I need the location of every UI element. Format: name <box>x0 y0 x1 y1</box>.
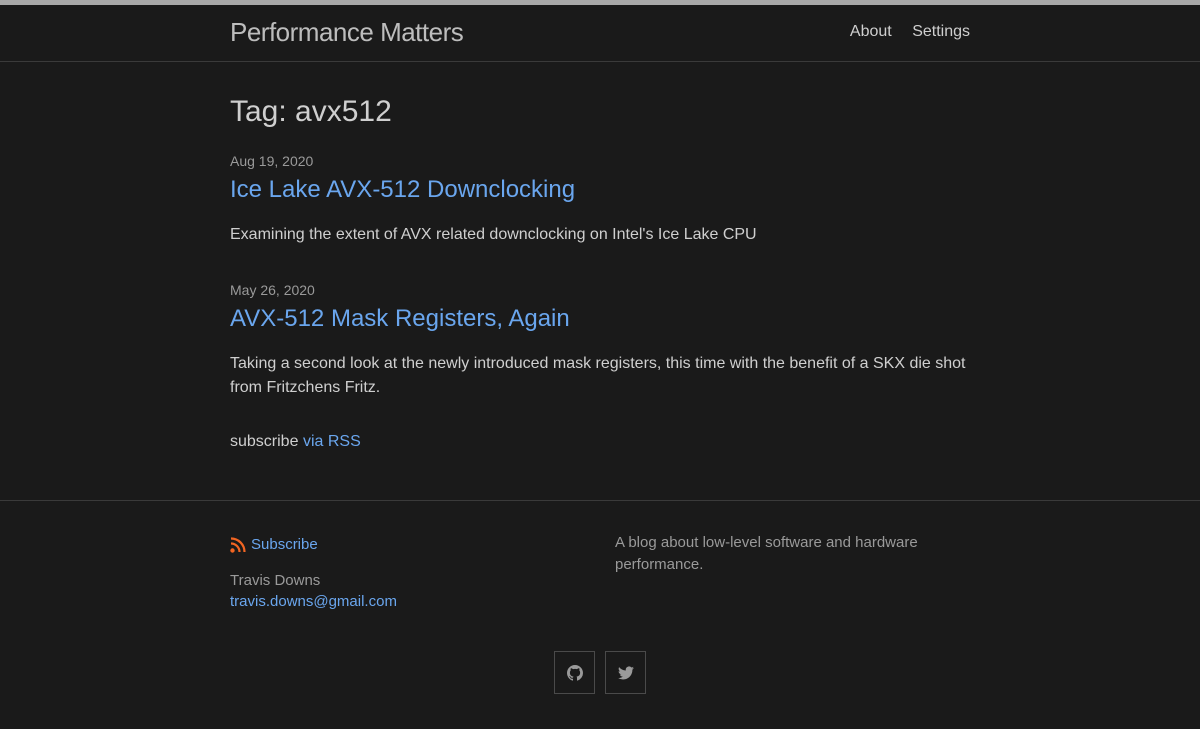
site-title-link[interactable]: Performance Matters <box>230 17 464 48</box>
social-links <box>230 651 970 694</box>
nav-settings-link[interactable]: Settings <box>912 23 970 40</box>
site-description: A blog about low-level software and hard… <box>615 534 918 573</box>
twitter-button[interactable] <box>605 651 646 694</box>
nav-about-link[interactable]: About <box>850 23 892 40</box>
footer-contact: Subscribe Travis Downs travis.downs@gmai… <box>230 536 397 610</box>
site-footer: Subscribe Travis Downs travis.downs@gmai… <box>0 500 1200 729</box>
post-list-item: May 26, 2020 AVX-512 Mask Registers, Aga… <box>230 282 970 400</box>
github-icon <box>566 664 583 681</box>
subscribe-prefix: subscribe <box>230 433 299 450</box>
footer-subscribe-label: Subscribe <box>251 536 318 553</box>
footer-subscribe-link[interactable]: Subscribe <box>230 536 397 553</box>
post-date: Aug 19, 2020 <box>230 153 314 169</box>
page-title: Tag: avx512 <box>230 95 392 128</box>
rss-link[interactable]: via RSS <box>303 433 361 450</box>
subscribe-line: subscribe via RSS <box>230 433 361 451</box>
post-date: May 26, 2020 <box>230 282 315 298</box>
site-header: Performance Matters About Settings <box>0 5 1200 62</box>
post-excerpt: Examining the extent of AVX related down… <box>230 226 757 243</box>
site-nav: About Settings <box>834 23 970 41</box>
twitter-icon <box>617 666 634 679</box>
post-title-link[interactable]: Ice Lake AVX-512 Downclocking <box>230 176 970 204</box>
post-title-link[interactable]: AVX-512 Mask Registers, Again <box>230 305 970 333</box>
rss-icon <box>230 536 246 553</box>
post-list-item: Aug 19, 2020 Ice Lake AVX-512 Downclocki… <box>230 153 970 247</box>
author-email-link[interactable]: travis.downs@gmail.com <box>230 593 397 610</box>
github-button[interactable] <box>554 651 595 694</box>
post-excerpt: Taking a second look at the newly introd… <box>230 355 966 396</box>
author-name: Travis Downs <box>230 572 321 589</box>
main-content: Tag: avx512 Aug 19, 2020 Ice Lake AVX-51… <box>230 62 970 500</box>
